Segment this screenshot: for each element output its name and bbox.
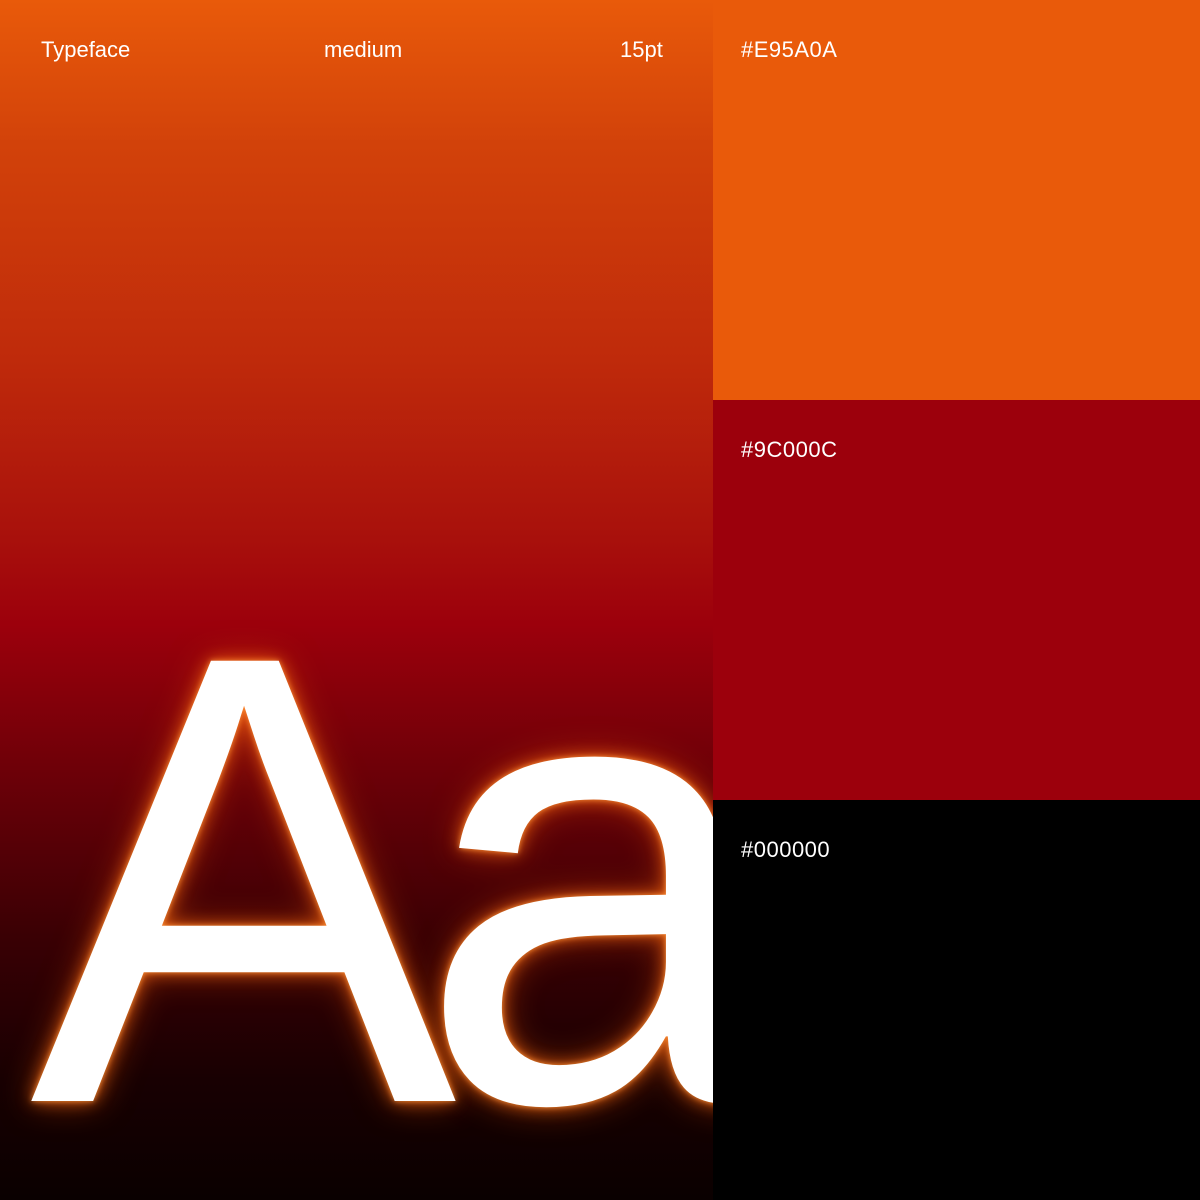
swatch-hex-label: #E95A0A bbox=[741, 37, 838, 62]
typeface-gradient-panel: Typeface medium 15pt Aa bbox=[0, 0, 713, 1200]
swatch-hex-label: #9C000C bbox=[741, 437, 838, 462]
color-swatch-orange: #E95A0A bbox=[713, 0, 1200, 400]
swatch-hex-label: #000000 bbox=[741, 837, 831, 862]
typeface-label: Typeface bbox=[41, 37, 131, 62]
typography-color-card: Typeface medium 15pt Aa #E95A0A #9C000C … bbox=[0, 0, 1200, 1200]
font-size-label: 15pt bbox=[620, 37, 663, 62]
color-swatch-black: #000000 bbox=[713, 800, 1200, 1200]
type-specimen-glyphs: Aa bbox=[30, 522, 713, 1200]
font-weight-label: medium bbox=[324, 37, 403, 62]
color-swatch-red: #9C000C bbox=[713, 400, 1200, 800]
